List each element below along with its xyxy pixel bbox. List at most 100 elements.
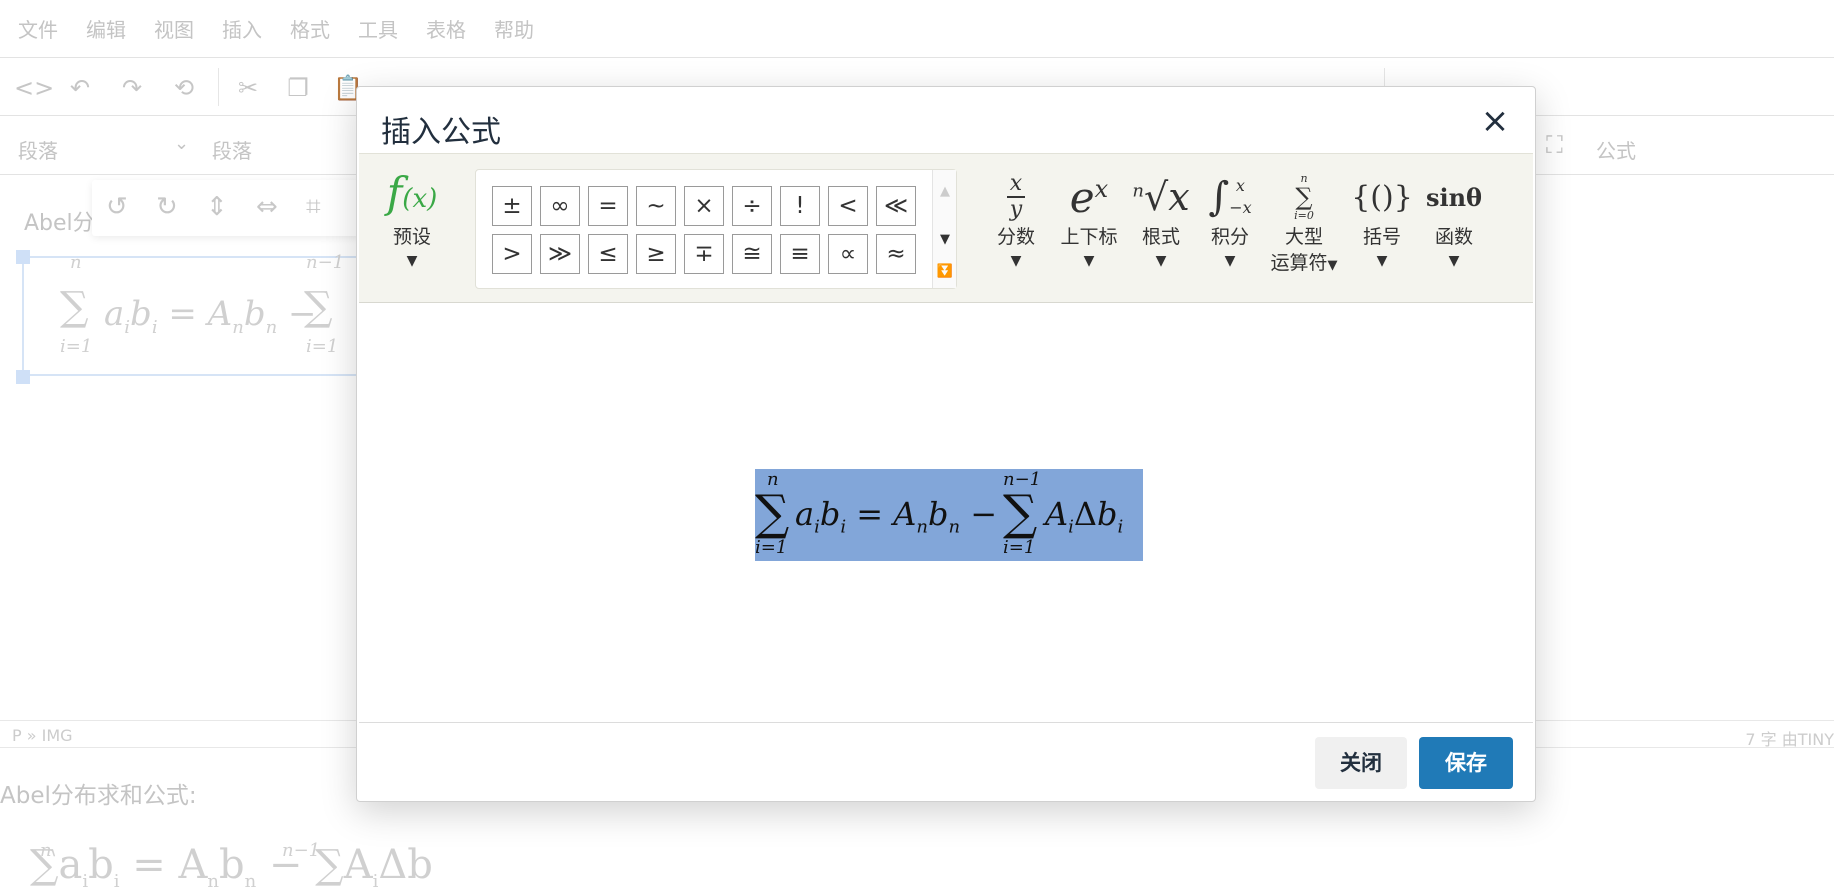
dialog-footer: 关闭 保存 — [357, 723, 1535, 803]
symbol-congruent[interactable]: ≅ — [732, 234, 772, 274]
category-label: 大型 — [1284, 226, 1323, 248]
image-toolbar: ↺ ↻ ⇕ ⇔ ⌗ — [92, 180, 362, 236]
selected-formula-image[interactable]: ∑ n i=1 aibi = Anbn − ∑ n−1 i=1 — [22, 252, 362, 376]
integral-icon: ∫ x −x — [1208, 174, 1252, 220]
formula-edit-area[interactable]: ∑ n i=1 aibi = Anbn − ∑ n−1 i=1 AiΔbi — [359, 303, 1533, 723]
caret-down-icon: ▼ — [1376, 253, 1388, 269]
menu-file[interactable]: 文件 — [18, 14, 58, 43]
toolbar-divider — [218, 68, 219, 106]
category-label: 分数 — [996, 226, 1035, 248]
formula-lhs: aibi = Anbn − — [795, 495, 998, 538]
flip-vertical-icon[interactable]: ⇕ — [206, 192, 228, 222]
symbol-greater-than[interactable]: > — [492, 234, 532, 274]
sum-lower-limit: i=1 — [1003, 537, 1036, 558]
preset-label: 预设 — [392, 226, 431, 248]
insert-formula-dialog: 插入公式 × f(x) 预设 ▼ ± ∞ = ∼ × ÷ ! < ≪ > ≫ ≤… — [356, 86, 1536, 802]
superscript-icon: ex — [1069, 172, 1109, 222]
category-fraction[interactable]: xy 分数 ▼ — [981, 170, 1051, 272]
dialog-title: 插入公式 — [381, 115, 501, 150]
caret-down-icon: ▼ — [1010, 253, 1022, 269]
symbol-equals[interactable]: = — [588, 186, 628, 226]
flip-horizontal-icon[interactable]: ⇔ — [256, 192, 278, 222]
category-radical[interactable]: n√x 根式 ▼ — [1129, 170, 1193, 272]
formula-palette: f(x) 预设 ▼ ± ∞ = ∼ × ÷ ! < ≪ > ≫ ≤ ≥ ∓ ≅ … — [359, 153, 1533, 303]
category-script[interactable]: ex 上下标 ▼ — [1051, 170, 1127, 272]
formula-rhs: AiΔbi — [1045, 495, 1124, 538]
symbol-less-than[interactable]: < — [828, 186, 868, 226]
menu-help[interactable]: 帮助 — [494, 14, 534, 43]
close-button[interactable]: 关闭 — [1315, 737, 1407, 789]
body-formula-sup: n−1 — [282, 840, 321, 861]
menu-format[interactable]: 格式 — [290, 14, 330, 43]
menu-table[interactable]: 表格 — [426, 14, 466, 43]
font-select[interactable]: 段落 — [212, 135, 252, 164]
symbol-times[interactable]: × — [684, 186, 724, 226]
cut-icon[interactable]: ✂ — [232, 72, 264, 104]
caret-down-icon: ▼ — [1155, 253, 1167, 269]
function-icon: f(x) — [386, 168, 438, 217]
symbol-infinity[interactable]: ∞ — [540, 186, 580, 226]
save-button[interactable]: 保存 — [1419, 737, 1513, 789]
formula-button[interactable]: 公式 — [1596, 135, 1636, 164]
category-integral[interactable]: ∫ x −x 积分 ▼ — [1197, 170, 1263, 272]
caret-down-icon: ▼ — [1083, 253, 1095, 269]
symbol-scrollbar[interactable]: ▲ ▼ ⏬ — [932, 170, 956, 288]
symbol-equivalent[interactable]: ≡ — [780, 234, 820, 274]
sum-symbol: ∑ — [755, 485, 790, 541]
scroll-up-icon[interactable]: ▲ — [933, 184, 957, 199]
body-text: Abel分布求和公式: — [0, 783, 197, 809]
sine-icon: sinθ — [1425, 182, 1483, 212]
chevron-down-icon: ⌄ — [174, 133, 190, 154]
category-label-2: 运算符▼ — [1270, 252, 1338, 274]
category-label: 上下标 — [1060, 226, 1118, 248]
symbol-less-equal[interactable]: ≤ — [588, 234, 628, 274]
menu-tools[interactable]: 工具 — [358, 14, 398, 43]
symbol-proportional[interactable]: ∝ — [828, 234, 868, 274]
close-icon[interactable]: × — [1473, 99, 1517, 143]
category-bracket[interactable]: {()} 括号 ▼ — [1347, 170, 1417, 272]
scroll-down-icon[interactable]: ▼ — [933, 232, 957, 247]
sum-upper-limit: n — [767, 469, 779, 490]
body-formula: ∑aibi = Anbn − ∑AiΔb — [30, 842, 433, 888]
rotate-left-icon[interactable]: ↺ — [106, 192, 128, 222]
category-function[interactable]: sinθ 函数 ▼ — [1419, 170, 1489, 272]
sum-upper-limit: n−1 — [1003, 469, 1042, 490]
symbol-panel: ± ∞ = ∼ × ÷ ! < ≪ > ≫ ≤ ≥ ∓ ≅ ≡ ∝ ≈ ▲ ▼ … — [475, 169, 957, 289]
symbol-much-less[interactable]: ≪ — [876, 186, 916, 226]
block-format-select[interactable]: 段落 — [18, 135, 58, 164]
sum-symbol: ∑ — [1003, 485, 1038, 541]
fullscreen-icon[interactable]: ⛶ — [1546, 131, 1563, 159]
sum-lower-limit: i=1 — [755, 537, 788, 558]
resize-handle[interactable] — [16, 250, 30, 264]
category-large-operator[interactable]: n ∑ i=0 大型 运算符▼ — [1267, 170, 1341, 279]
history-icon[interactable]: ⟲ — [168, 72, 200, 104]
symbol-factorial[interactable]: ! — [780, 186, 820, 226]
preset-button[interactable]: f(x) 预设 ▼ — [377, 168, 447, 272]
redo-icon[interactable]: ↷ — [116, 72, 148, 104]
undo-icon[interactable]: ↶ — [64, 72, 96, 104]
symbol-much-greater[interactable]: ≫ — [540, 234, 580, 274]
menu-insert[interactable]: 插入 — [222, 14, 262, 43]
caret-down-icon: ▼ — [406, 253, 418, 269]
symbol-minus-plus[interactable]: ∓ — [684, 234, 724, 274]
copy-icon[interactable]: ❐ — [282, 72, 314, 104]
menu-edit[interactable]: 编辑 — [86, 14, 126, 43]
menu-view[interactable]: 视图 — [154, 14, 194, 43]
crop-icon[interactable]: ⌗ — [306, 192, 321, 223]
source-code-icon[interactable]: <> — [14, 72, 54, 104]
symbol-divide[interactable]: ÷ — [732, 186, 772, 226]
category-label: 括号 — [1362, 226, 1401, 248]
category-label: 函数 — [1434, 226, 1473, 248]
symbol-plus-minus[interactable]: ± — [492, 186, 532, 226]
fraction-icon: xy — [981, 170, 1051, 224]
caret-down-icon: ▼ — [1224, 253, 1236, 269]
expand-icon[interactable]: ⏬ — [933, 264, 957, 279]
symbol-tilde[interactable]: ∼ — [636, 186, 676, 226]
rotate-right-icon[interactable]: ↻ — [156, 192, 178, 222]
symbol-approx[interactable]: ≈ — [876, 234, 916, 274]
formula-selection[interactable]: ∑ n i=1 aibi = Anbn − ∑ n−1 i=1 AiΔbi — [755, 469, 1143, 561]
category-label: 积分 — [1210, 226, 1249, 248]
editor-heading: Abel分 — [24, 211, 95, 236]
symbol-greater-equal[interactable]: ≥ — [636, 234, 676, 274]
resize-handle[interactable] — [16, 370, 30, 384]
